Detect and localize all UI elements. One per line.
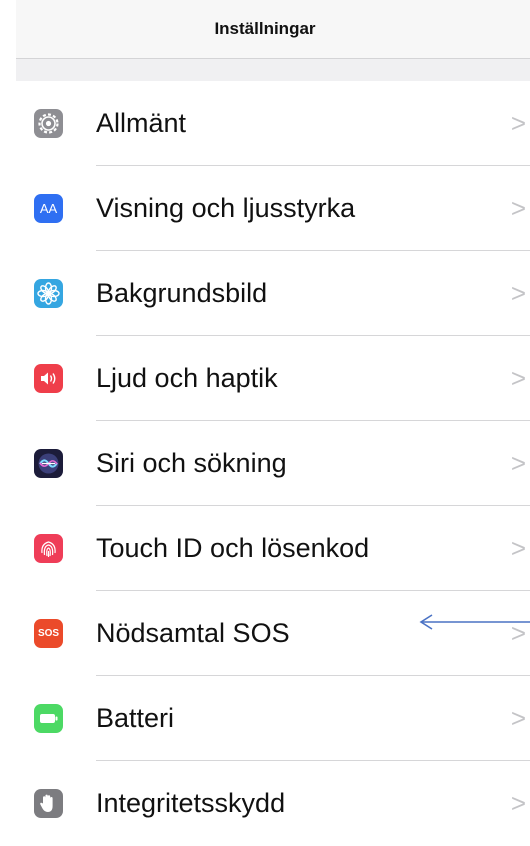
fingerprint-icon	[34, 534, 63, 563]
navigation-bar: Inställningar	[16, 0, 530, 59]
settings-row-sos[interactable]: SOS Nödsamtal SOS >	[0, 591, 530, 676]
gear-icon	[34, 109, 63, 138]
page-title: Inställningar	[214, 19, 316, 38]
settings-row-label: Visning och ljusstyrka	[96, 193, 356, 223]
settings-row-bakgrundsbild[interactable]: Bakgrundsbild >	[0, 251, 530, 336]
chevron-right-icon: >	[510, 363, 526, 393]
settings-row-ljud[interactable]: Ljud och haptik >	[0, 336, 530, 421]
chevron-right-icon: >	[510, 278, 526, 308]
settings-row-label: Siri och sökning	[96, 448, 287, 478]
settings-row-label: Batteri	[96, 703, 175, 733]
siri-icon	[34, 449, 63, 478]
chevron-right-icon: >	[510, 108, 526, 138]
chevron-right-icon: >	[510, 788, 526, 818]
settings-row-label: Touch ID och lösenkod	[96, 533, 370, 563]
chevron-right-icon: >	[510, 703, 526, 733]
speaker-icon	[34, 364, 63, 393]
chevron-right-icon: >	[510, 533, 526, 563]
settings-row-allmant[interactable]: Allmänt >	[0, 81, 530, 166]
chevron-right-icon: >	[510, 618, 526, 648]
wallpaper-flower-icon	[34, 279, 63, 308]
hand-icon	[34, 789, 63, 818]
settings-row-label: Allmänt	[96, 108, 187, 138]
settings-row-batteri[interactable]: Batteri >	[0, 676, 530, 761]
settings-row-label: Nödsamtal SOS	[96, 618, 290, 648]
display-brightness-icon: AA	[34, 194, 63, 223]
settings-row-label: Ljud och haptik	[96, 363, 278, 393]
settings-row-visning[interactable]: AA Visning och ljusstyrka >	[0, 166, 530, 251]
settings-row-label: Bakgrundsbild	[96, 278, 268, 308]
settings-row-siri[interactable]: Siri och sökning >	[0, 421, 530, 506]
settings-list: Allmänt > AA Visning och ljusstyrka > Ba…	[0, 81, 530, 846]
sos-icon: SOS	[34, 619, 63, 648]
battery-icon	[34, 704, 63, 733]
display-brightness-icon-text: AA	[39, 201, 58, 216]
settings-row-integritetsskydd[interactable]: Integritetsskydd >	[0, 761, 530, 846]
chevron-right-icon: >	[510, 448, 526, 478]
annotation-arrow-icon	[419, 614, 530, 630]
section-gap	[16, 59, 530, 81]
sos-icon-text: SOS	[37, 628, 60, 639]
chevron-right-icon: >	[510, 193, 526, 223]
settings-row-touch-id[interactable]: Touch ID och lösenkod >	[0, 506, 530, 591]
settings-row-label: Integritetsskydd	[96, 788, 286, 818]
